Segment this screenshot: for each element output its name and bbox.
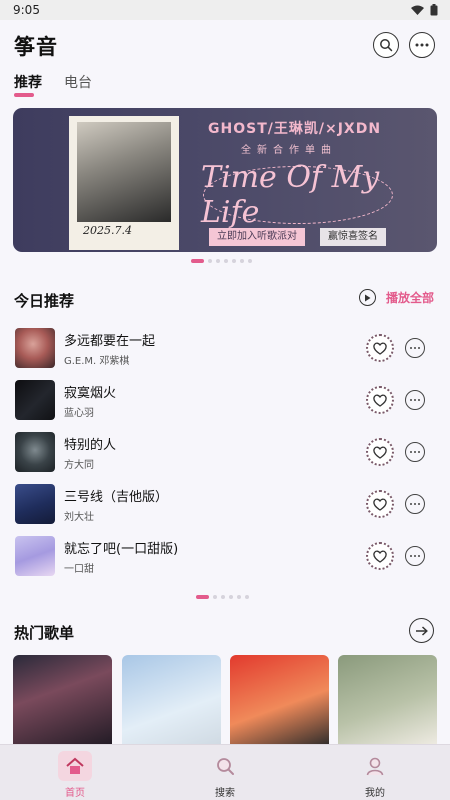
banner-artist: GHOST/王琳凯/×JXDN	[208, 121, 382, 137]
more-icon	[410, 451, 420, 453]
song-item[interactable]: 就忘了吧(一口甜版) 一口甜	[0, 534, 450, 578]
song-item[interactable]: 特别的人 方大同	[0, 430, 450, 474]
banner-polaroid-image: 2025.7.4	[69, 116, 179, 250]
like-button[interactable]	[366, 386, 394, 414]
nav-search[interactable]: 搜索	[195, 751, 255, 799]
playlists-section-title: 热门歌单	[14, 624, 75, 642]
song-more-button[interactable]	[405, 338, 425, 358]
nav-profile[interactable]: 我的	[345, 751, 405, 799]
song-artist: 蓝心羽	[64, 408, 94, 419]
play-all-button[interactable]: 播放全部	[359, 289, 434, 306]
pagination-dot-active	[196, 595, 209, 599]
banner-pagination	[191, 259, 252, 263]
profile-icon	[358, 751, 392, 781]
song-artist: 方大同	[64, 460, 94, 471]
like-button[interactable]	[366, 334, 394, 362]
song-more-button[interactable]	[405, 546, 425, 566]
more-icon	[415, 43, 429, 47]
tab-recommend[interactable]: 推荐	[14, 72, 42, 92]
pagination-dot-active	[191, 259, 204, 263]
song-item[interactable]: 三号线（吉他版） 刘大壮	[0, 482, 450, 526]
tab-indicator	[14, 93, 34, 97]
banner-photo	[77, 122, 171, 222]
search-icon	[380, 39, 393, 52]
pagination-dot	[216, 259, 220, 263]
song-more-button[interactable]	[405, 494, 425, 514]
pagination-dot	[229, 595, 233, 599]
status-bar: 9:05	[0, 0, 450, 20]
pagination-dot	[213, 595, 217, 599]
status-time: 9:05	[13, 3, 40, 17]
bottom-nav: 首页 搜索 我的	[0, 744, 450, 800]
banner-song-title: Time Of My Life	[201, 160, 380, 230]
song-cover	[15, 328, 55, 368]
heart-icon	[373, 498, 387, 511]
like-button[interactable]	[366, 490, 394, 518]
song-title: 多远都要在一起	[64, 334, 156, 349]
song-more-button[interactable]	[405, 390, 425, 410]
pagination-dot	[248, 259, 252, 263]
song-artist: 一口甜	[64, 564, 94, 575]
nav-home[interactable]: 首页	[45, 751, 105, 799]
nav-profile-label: 我的	[365, 788, 385, 799]
song-item[interactable]: 多远都要在一起 G.E.M. 邓紫棋	[0, 326, 450, 370]
song-cover	[15, 432, 55, 472]
app-title: 筝音	[14, 35, 58, 59]
song-artist: 刘大壮	[64, 512, 94, 523]
like-button[interactable]	[366, 438, 394, 466]
play-icon	[359, 289, 376, 306]
pagination-dot	[232, 259, 236, 263]
song-item[interactable]: 寂寞烟火 蓝心羽	[0, 378, 450, 422]
battery-icon	[430, 4, 438, 16]
more-icon	[410, 503, 420, 505]
heart-icon	[373, 342, 387, 355]
more-icon	[410, 555, 420, 557]
more-icon	[410, 399, 420, 401]
search-button[interactable]	[373, 32, 399, 58]
nav-search-label: 搜索	[215, 788, 235, 799]
nav-home-label: 首页	[65, 788, 85, 799]
songs-pagination	[196, 595, 249, 599]
promo-banner[interactable]: 2025.7.4 GHOST/王琳凯/×JXDN 全新合作单曲 Time Of …	[13, 108, 437, 252]
pagination-dot	[208, 259, 212, 263]
today-section-title: 今日推荐	[14, 292, 75, 310]
song-title: 就忘了吧(一口甜版)	[64, 542, 179, 557]
more-icon	[410, 347, 420, 349]
like-button[interactable]	[366, 542, 394, 570]
playlist-card[interactable]	[230, 655, 329, 747]
song-cover	[15, 536, 55, 576]
pagination-dot	[245, 595, 249, 599]
song-title: 寂寞烟火	[64, 386, 117, 401]
banner-join-button[interactable]: 立即加入听歌派对	[209, 228, 305, 246]
arrow-right-icon	[416, 625, 428, 636]
song-cover	[15, 484, 55, 524]
banner-sign-button[interactable]: 赢惊喜签名	[320, 228, 386, 246]
pagination-dot	[224, 259, 228, 263]
search-icon	[208, 751, 242, 781]
song-cover	[15, 380, 55, 420]
heart-icon	[373, 446, 387, 459]
song-more-button[interactable]	[405, 442, 425, 462]
playlists-more-button[interactable]	[409, 618, 434, 643]
playlist-card[interactable]	[338, 655, 437, 747]
wifi-icon	[411, 5, 424, 15]
banner-subtitle: 全新合作单曲	[241, 145, 337, 156]
more-button[interactable]	[409, 32, 435, 58]
banner-signature: 2025.7.4	[83, 224, 132, 237]
playlist-card[interactable]	[13, 655, 112, 747]
pagination-dot	[221, 595, 225, 599]
tab-radio[interactable]: 电台	[64, 72, 92, 92]
heart-icon	[373, 394, 387, 407]
playlist-card[interactable]	[122, 655, 221, 747]
heart-icon	[373, 550, 387, 563]
home-icon	[58, 751, 92, 781]
song-artist: G.E.M. 邓紫棋	[64, 356, 130, 367]
play-all-label: 播放全部	[386, 291, 435, 305]
pagination-dot	[237, 595, 241, 599]
pagination-dot	[240, 259, 244, 263]
song-title: 三号线（吉他版）	[64, 490, 169, 505]
song-title: 特别的人	[64, 438, 117, 453]
